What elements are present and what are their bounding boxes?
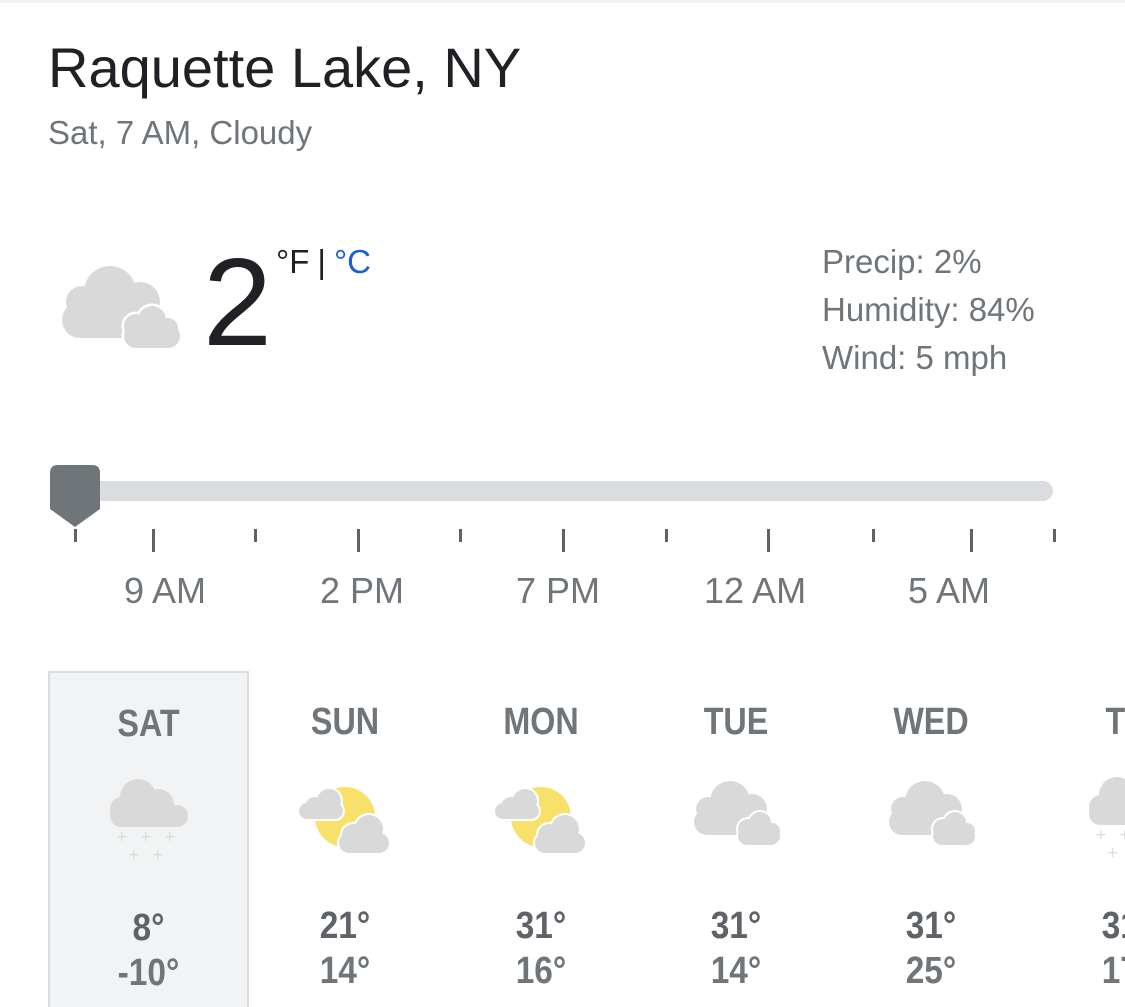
low-temp: 25° — [905, 950, 957, 992]
day-name: MON — [503, 701, 579, 743]
high-temp: 31° — [515, 905, 567, 947]
svg-text:+: + — [128, 847, 140, 863]
day-card-thu-inner: TH +++ ++ 31° 17° — [1029, 671, 1125, 1007]
timeline-label: 5 AM — [908, 570, 991, 611]
day-card-thu[interactable]: TH +++ ++ 31° 17° — [1029, 671, 1125, 1007]
partly-cloudy-icon — [493, 787, 587, 855]
day-name: SAT — [117, 703, 180, 745]
day-card-wed[interactable]: WED 31° 25° — [833, 671, 1029, 1007]
high-temp: 31° — [710, 905, 762, 947]
partly-cloudy-icon — [297, 787, 391, 855]
low-temp: 14° — [319, 950, 371, 992]
slider-tick — [74, 529, 77, 542]
cloudy-icon — [62, 266, 183, 351]
slider-tick — [665, 529, 668, 542]
weather-details: Precip: 2% Humidity: 84% Wind: 5 mph — [822, 238, 1035, 382]
slider-tick — [152, 529, 155, 552]
slider-tick — [767, 529, 770, 552]
svg-text:+: + — [1119, 827, 1125, 843]
svg-text:+: + — [140, 829, 152, 845]
day-name: TUE — [703, 701, 769, 743]
timeline-label: 2 PM — [320, 570, 405, 611]
day-name: TH — [1105, 701, 1125, 743]
day-card-sat[interactable]: SAT + + + + + 8° -10° — [48, 671, 249, 1007]
slider-tick — [254, 529, 257, 542]
high-temp: 31° — [1101, 905, 1125, 947]
slider-tick — [459, 529, 462, 542]
cloudy-icon — [694, 781, 782, 847]
slider-tick — [357, 529, 360, 552]
humidity-text: Humidity: 84% — [822, 291, 1035, 328]
precip-text: Precip: 2% — [822, 243, 982, 280]
svg-text:+: + — [1107, 845, 1119, 861]
day-name: WED — [893, 701, 969, 743]
timeline-label: 9 AM — [124, 570, 207, 611]
day-card-sun[interactable]: SUN 21° 14° — [247, 671, 443, 1007]
location-title: Raquette Lake, NY — [48, 36, 522, 99]
high-temp: 31° — [905, 905, 957, 947]
current-temperature: 2 — [203, 234, 272, 372]
svg-text:+: + — [164, 829, 176, 845]
unit-toggle: °F | °C — [276, 242, 371, 282]
low-temp: 16° — [515, 950, 567, 992]
day-card-mon[interactable]: MON 31° 16° — [443, 671, 639, 1007]
slider-tick — [872, 529, 875, 542]
slider-tick — [1053, 529, 1056, 542]
timeline-label: 7 PM — [516, 570, 601, 611]
cloud-snow-icon: +++ ++ — [1089, 777, 1125, 861]
high-temp: 21° — [319, 905, 371, 947]
cloud-snow-icon: +++ ++ — [110, 779, 188, 863]
wind-text: Wind: 5 mph — [822, 339, 1008, 376]
svg-text:+: + — [116, 829, 128, 845]
fahrenheit-toggle[interactable]: °F — [276, 243, 309, 280]
slider-tick — [562, 529, 565, 552]
svg-text:+: + — [1095, 827, 1107, 843]
cloudy-icon — [889, 781, 977, 847]
time-slider-thumb[interactable] — [50, 465, 100, 529]
low-temp: -10° — [117, 952, 180, 994]
svg-text:+: + — [152, 847, 164, 863]
low-temp: 14° — [710, 950, 762, 992]
celsius-toggle[interactable]: °C — [334, 243, 371, 280]
time-slider-track[interactable] — [56, 481, 1053, 501]
day-name: SUN — [310, 701, 380, 743]
time-condition-subtitle: Sat, 7 AM, Cloudy — [48, 114, 313, 151]
timeline-label: 12 AM — [704, 570, 807, 611]
high-temp: 8° — [132, 907, 165, 949]
slider-tick — [970, 529, 973, 552]
top-divider — [0, 0, 1125, 3]
low-temp: 17° — [1101, 950, 1125, 992]
unit-separator: | — [317, 243, 326, 280]
day-card-tue[interactable]: TUE 31° 14° — [638, 671, 834, 1007]
